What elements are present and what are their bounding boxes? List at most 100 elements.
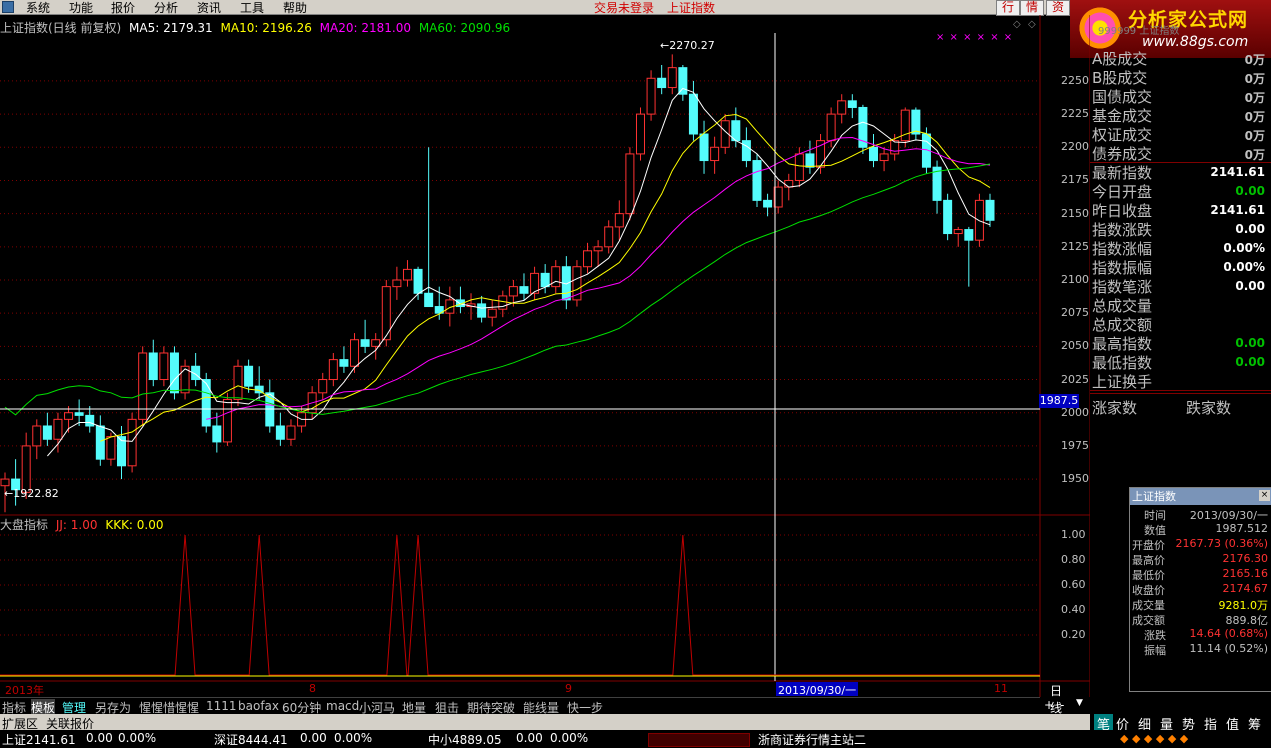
candle-down [169, 352, 179, 394]
indicator-header: 大盘指标 JJ: 1.00 KKK: 0.00 [0, 516, 164, 533]
candle-down [212, 425, 222, 443]
zoom-controls: + - ▼ [1040, 697, 1090, 714]
menu-tools[interactable]: 工具 [240, 0, 264, 16]
marker-stars: × × × × × × [936, 32, 1014, 43]
ticker-sh-chg: 0.00 [86, 731, 113, 745]
menu-system[interactable]: 系统 [26, 0, 50, 16]
tab-info[interactable]: 资 [1046, 0, 1070, 16]
y-tick: 2150 [1061, 206, 1089, 220]
tab-quote-1[interactable]: 行 [996, 0, 1020, 16]
y-tick: 1950 [1061, 472, 1089, 486]
extension-bar: 扩展区 关联报价 [0, 714, 1090, 731]
candle-down [763, 199, 773, 208]
ticker-news[interactable]: 浙商证券行情主站二 [758, 731, 866, 748]
candle-up [159, 352, 169, 381]
stat-value: 0.00 [1235, 184, 1265, 198]
x-cursor-date: 2013/09/30/一 [776, 682, 859, 697]
stat-label: 总成交量 [1092, 297, 1153, 315]
menu-quote[interactable]: 报价 [111, 0, 135, 16]
menu-function[interactable]: 功能 [69, 0, 93, 16]
stat-label: B股成交 [1092, 69, 1148, 87]
stat-row: 国债成交 0万 [1092, 86, 1268, 107]
stat-value: 2141.61 [1210, 203, 1265, 217]
ticker-sz[interactable]: 深证8444.41 [214, 731, 288, 748]
stat-label: 最新指数 [1092, 164, 1153, 182]
candle-up [625, 153, 635, 215]
candle-up [646, 77, 656, 115]
stat-row: 最高指数 0.00 [1092, 333, 1268, 354]
news-progress [648, 733, 750, 747]
stat-row: 上证换手 [1092, 371, 1268, 392]
candle-down [275, 425, 285, 440]
stat-label: 指数振幅 [1092, 259, 1153, 277]
candle-down [148, 352, 158, 381]
y-tick: 2200 [1061, 140, 1089, 154]
tooltip-label: 时间 [1144, 509, 1166, 522]
stat-row: 最低指数 0.00 [1092, 352, 1268, 373]
candle-down [477, 303, 487, 318]
menu-help[interactable]: 帮助 [283, 0, 307, 16]
candle-up [710, 146, 720, 162]
menu-news[interactable]: 资讯 [197, 0, 221, 16]
indicator-jj: JJ: 1.00 [55, 518, 98, 532]
candle-down [688, 93, 698, 135]
ticker-zx[interactable]: 中小4889.05 [428, 731, 502, 748]
x-label-year: 2013年 [5, 684, 44, 697]
candle-down [85, 414, 95, 427]
candle-up [604, 226, 614, 248]
candle-up [667, 67, 677, 89]
scroll-down-icon[interactable]: ▼ [1076, 698, 1083, 708]
indicator-tab-bar: 指标 模板 管理 另存为 惺惺惜惺惺 1111 baofax 60分钟 macd 小河马 地量 狙击期… [0, 697, 1040, 716]
stat-label: 指数笔涨 [1092, 278, 1153, 296]
stat-value: 0.00% [1223, 260, 1265, 274]
stat-row: 基金成交 0万 [1092, 105, 1268, 126]
tooltip-value: 2167.73 (0.36%) [1175, 537, 1268, 550]
indicator-y-tick: 0.40 [1061, 603, 1086, 616]
menu-analysis[interactable]: 分析 [154, 0, 178, 16]
stat-label: 指数涨幅 [1092, 240, 1153, 258]
tooltip-row: 振幅 11.14 (0.52%) [1130, 642, 1270, 657]
candle-down [847, 100, 857, 108]
login-status[interactable]: 交易未登录 [594, 0, 654, 16]
candles [0, 54, 995, 513]
tooltip-row: 最低价 2165.16 [1130, 567, 1270, 582]
x-label-sep: 9 [565, 682, 572, 695]
tooltip-value: 2165.16 [1222, 567, 1269, 580]
stat-value: 0.00 [1235, 336, 1265, 350]
right-tab-bar: 笔价细量势指值筹 [1090, 714, 1271, 733]
stat-label: 最低指数 [1092, 354, 1153, 372]
tooltip-label: 最高价 [1132, 554, 1165, 567]
ma5-line [47, 87, 991, 457]
stat-value: 0.00% [1223, 241, 1265, 255]
candle-up [328, 359, 338, 381]
indicator-tab-5[interactable]: 1111 [206, 699, 237, 713]
tooltip-row: 开盘价 2167.73 (0.36%) [1130, 537, 1270, 552]
expand-icon[interactable]: ◇ [1013, 19, 1021, 30]
candle-up [953, 229, 963, 235]
candle-up [593, 246, 603, 252]
zoom-out-button[interactable]: - [1060, 698, 1064, 712]
candle-up [635, 113, 645, 155]
candle-down [985, 199, 995, 221]
price-chart[interactable] [0, 15, 1090, 697]
indicator-y-tick: 1.00 [1061, 528, 1086, 541]
candle-up [286, 425, 296, 440]
candle-down [74, 412, 84, 416]
status-index-name: 上证指数 [667, 1, 716, 15]
tray-icons[interactable]: ◆ ◆ ◆ ◆ ◆ ◆ [1120, 732, 1188, 745]
indicator-tab-8[interactable]: macd [326, 699, 359, 713]
stat-label: 指数涨跌 [1092, 221, 1153, 239]
tooltip-titlebar[interactable]: 上证指数 × [1130, 488, 1271, 505]
settings-icon[interactable]: ◇ [1028, 19, 1036, 30]
zoom-in-button[interactable]: + [1044, 698, 1054, 712]
ticker-sh[interactable]: 上证2141.61 [2, 731, 76, 748]
stat-label: 基金成交 [1092, 107, 1153, 125]
ticker-sz-chg: 0.00 [300, 731, 327, 745]
tab-quote-2[interactable]: 情 [1020, 0, 1044, 16]
indicator-tab-6[interactable]: baofax [238, 699, 279, 713]
candle-up [508, 286, 518, 297]
ma10-label: MA10: 2196.26 [220, 21, 312, 35]
close-icon[interactable]: × [1259, 490, 1270, 501]
stat-value: 0.00 [1235, 279, 1265, 293]
indicator-title: 大盘指标 [0, 518, 49, 532]
